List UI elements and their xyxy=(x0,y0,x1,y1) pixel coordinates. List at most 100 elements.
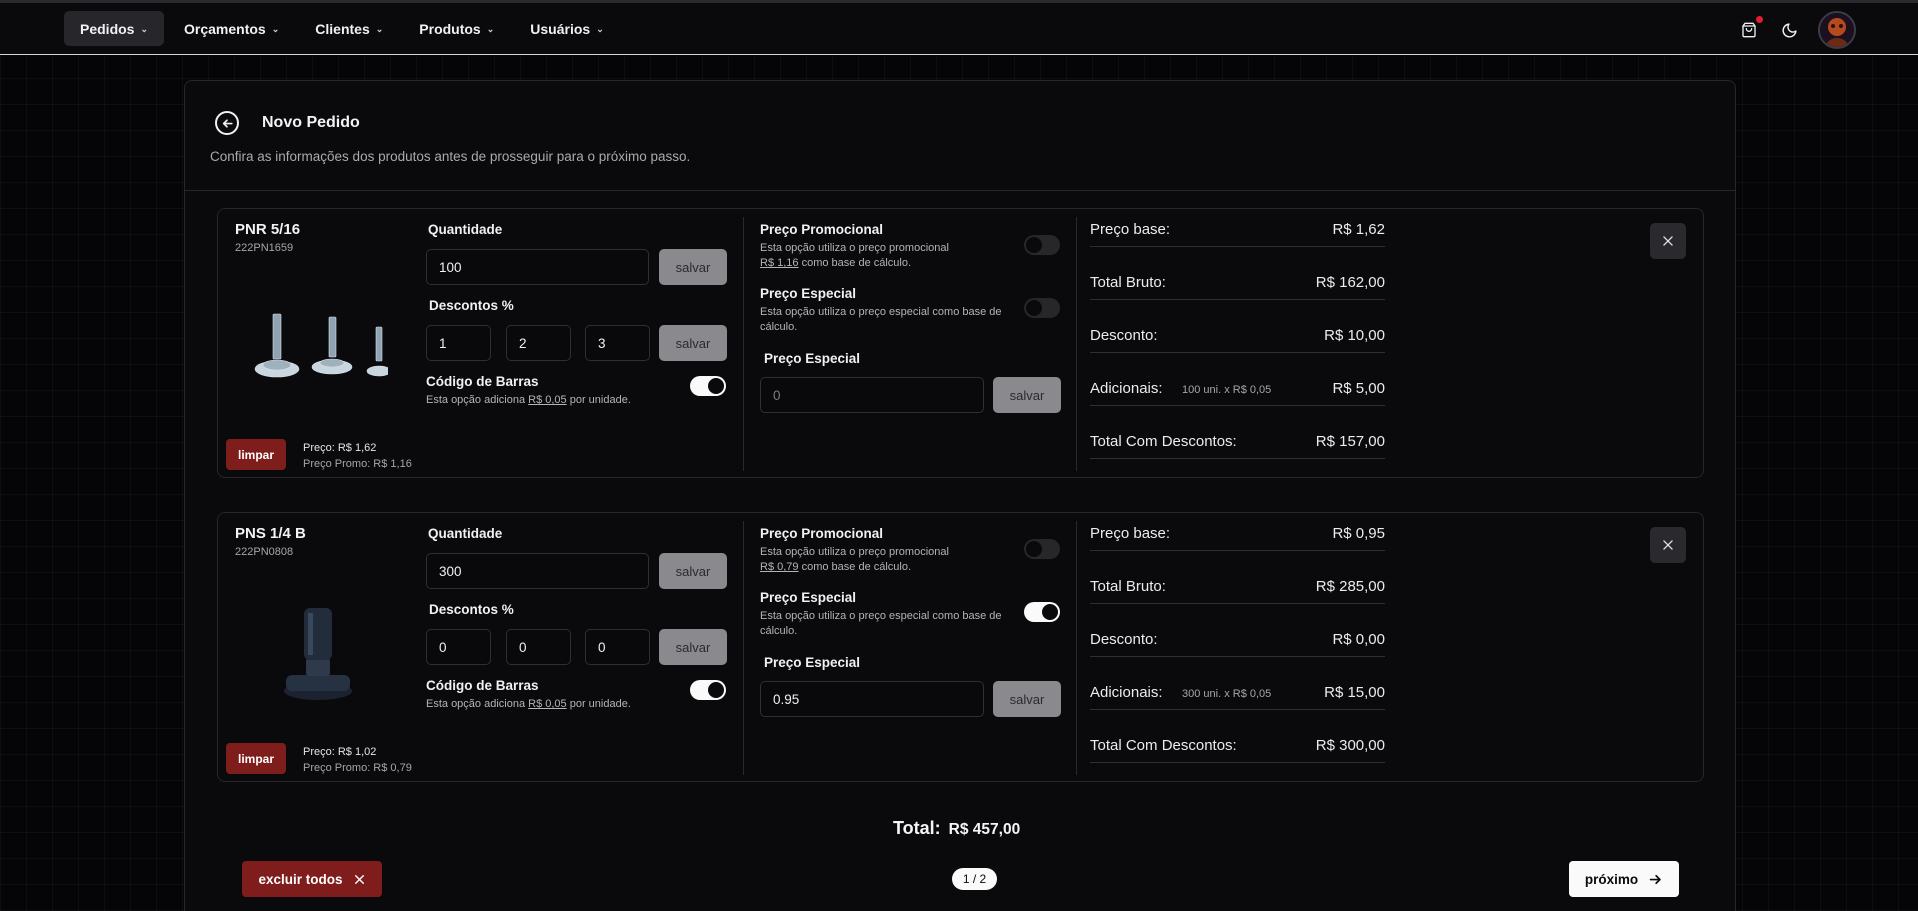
barcode-toggle[interactable] xyxy=(690,680,726,700)
nav-item-produtos[interactable]: Produtos ⌄ xyxy=(403,11,510,46)
summary-label: Preço base: xyxy=(1090,525,1171,542)
chevron-down-icon: ⌄ xyxy=(271,24,280,34)
special-price-input[interactable]: 0 xyxy=(760,377,984,413)
chevron-down-icon: ⌄ xyxy=(140,24,149,34)
save-discounts-button[interactable]: salvar xyxy=(659,325,727,361)
summary-label: Desconto: xyxy=(1090,631,1158,648)
promo-price-toggle[interactable] xyxy=(1024,235,1060,255)
summary-value: R$ 300,00 xyxy=(1315,737,1385,754)
save-discounts-button[interactable]: salvar xyxy=(659,629,727,665)
nav-item-orcamentos[interactable]: Orçamentos ⌄ xyxy=(168,11,295,46)
summary-value: R$ 157,00 xyxy=(1315,433,1385,450)
page-title: Novo Pedido xyxy=(262,114,360,131)
summary-value: R$ 285,00 xyxy=(1315,578,1385,595)
discounts-label: Descontos % xyxy=(429,298,514,313)
summary-row-additionals: Adicionais: 300 uni. x R$ 0,05 R$ 15,00 xyxy=(1090,676,1385,710)
discount-2-input[interactable]: 2 xyxy=(506,325,571,361)
nav-item-label: Clientes xyxy=(315,20,370,37)
nav-item-label: Produtos xyxy=(419,20,481,37)
chevron-down-icon: ⌄ xyxy=(486,24,495,34)
special-price-description: Esta opção utiliza o preço especial como… xyxy=(760,610,1002,637)
theme-toggle-button[interactable] xyxy=(1778,19,1800,41)
total-value: R$ 457,00 xyxy=(948,821,1021,838)
summary-row-gross-total: Total Bruto: R$ 162,00 xyxy=(1090,266,1385,300)
summary-label: Desconto: xyxy=(1090,327,1158,344)
barcode-toggle[interactable] xyxy=(690,376,726,396)
summary-label: Total Com Descontos: xyxy=(1090,433,1237,450)
product-code: 222PN0808 xyxy=(235,546,294,558)
nav-actions xyxy=(1738,11,1856,49)
special-price-input[interactable]: 0.95 xyxy=(760,681,984,717)
summary-note: 100 uni. x R$ 0,05 xyxy=(1182,384,1272,396)
nav-item-pedidos[interactable]: Pedidos ⌄ xyxy=(64,11,165,46)
product-price: Preço: R$ 1,02 xyxy=(303,746,377,758)
special-price-toggle[interactable] xyxy=(1024,602,1060,622)
discounts-label: Descontos % xyxy=(429,602,514,617)
promo-price-label: Preço Promocional xyxy=(760,222,884,237)
special-price-toggle[interactable] xyxy=(1024,298,1060,318)
quantity-input[interactable]: 300 xyxy=(426,553,649,589)
barcode-description: Esta opção adiciona R$ 0,05 por unidade. xyxy=(426,394,631,406)
summary-value: R$ 162,00 xyxy=(1315,274,1385,291)
chevron-down-icon: ⌄ xyxy=(375,24,384,34)
special-price-label: Preço Especial xyxy=(760,286,857,301)
clear-button[interactable]: limpar xyxy=(226,439,286,470)
summary-label: Total Com Descontos: xyxy=(1090,737,1237,754)
save-quantity-button[interactable]: salvar xyxy=(659,553,727,589)
promo-price-toggle[interactable] xyxy=(1024,539,1060,559)
product-card: PNR 5/16 222PN1659 limpar Preço: R$ 1,62… xyxy=(217,208,1704,478)
save-quantity-button[interactable]: salvar xyxy=(659,249,727,285)
barcode-description: Esta opção adiciona R$ 0,05 por unidade. xyxy=(426,698,631,710)
page-indicator: 1 / 2 xyxy=(952,868,997,890)
summary-row-net-total: Total Com Descontos: R$ 300,00 xyxy=(1090,729,1385,763)
page-subtitle: Confira as informações dos produtos ante… xyxy=(210,149,691,164)
back-button[interactable] xyxy=(215,111,239,135)
nav-item-label: Orçamentos xyxy=(184,20,266,37)
promo-price-description: Esta opção utiliza o preço promocional R$… xyxy=(760,242,949,269)
product-code: 222PN1659 xyxy=(235,242,294,254)
card-header: Novo Pedido Confira as informações dos p… xyxy=(185,81,1735,191)
moon-icon xyxy=(1782,22,1797,37)
promo-price-label: Preço Promocional xyxy=(760,526,884,541)
summary-row-base-price: Preço base: R$ 0,95 xyxy=(1090,517,1385,551)
summary-row-additionals: Adicionais: 100 uni. x R$ 0,05 R$ 5,00 xyxy=(1090,372,1385,406)
nav-item-label: Usuários xyxy=(530,20,591,37)
remove-product-button[interactable] xyxy=(1650,223,1686,259)
clear-button[interactable]: limpar xyxy=(226,743,286,774)
discount-2-input[interactable]: 0 xyxy=(506,629,571,665)
summary-note: 300 uni. x R$ 0,05 xyxy=(1182,688,1272,700)
column-divider xyxy=(743,217,744,471)
remove-product-button[interactable] xyxy=(1650,527,1686,563)
column-divider xyxy=(1076,217,1077,471)
next-button[interactable]: próximo xyxy=(1569,861,1679,897)
delete-all-button[interactable]: excluir todos xyxy=(242,861,382,897)
save-special-price-button[interactable]: salvar xyxy=(993,377,1061,413)
column-divider xyxy=(1076,521,1077,775)
nav-item-clientes[interactable]: Clientes ⌄ xyxy=(299,11,399,46)
promo-price-description: Esta opção utiliza o preço promocional R$… xyxy=(760,546,949,573)
summary-label: Total Bruto: xyxy=(1090,578,1166,595)
barcode-label: Código de Barras xyxy=(426,678,539,693)
discount-3-input[interactable]: 3 xyxy=(585,325,650,361)
discount-1-input[interactable]: 0 xyxy=(426,629,491,665)
quantity-label: Quantidade xyxy=(428,526,503,541)
quantity-label: Quantidade xyxy=(428,222,503,237)
product-promo-price: Preço Promo: R$ 0,79 xyxy=(303,762,412,774)
summary-value: R$ 5,00 xyxy=(1332,380,1385,397)
column-divider xyxy=(743,521,744,775)
discount-3-input[interactable]: 0 xyxy=(585,629,650,665)
product-price: Preço: R$ 1,62 xyxy=(303,442,377,454)
discount-1-input[interactable]: 1 xyxy=(426,325,491,361)
avatar-image xyxy=(1820,13,1854,47)
arrow-right-icon xyxy=(1649,874,1661,884)
special-price-input-label: Preço Especial xyxy=(764,655,861,670)
total-label: Total: xyxy=(893,818,941,838)
summary-label: Adicionais: xyxy=(1090,684,1163,701)
quantity-input[interactable]: 100 xyxy=(426,249,649,285)
nav-item-usuarios[interactable]: Usuários ⌄ xyxy=(514,11,619,46)
product-name: PNS 1/4 B xyxy=(235,525,306,542)
barcode-label: Código de Barras xyxy=(426,374,539,389)
avatar[interactable] xyxy=(1818,11,1856,49)
save-special-price-button[interactable]: salvar xyxy=(993,681,1061,717)
cart-button[interactable] xyxy=(1738,16,1763,41)
